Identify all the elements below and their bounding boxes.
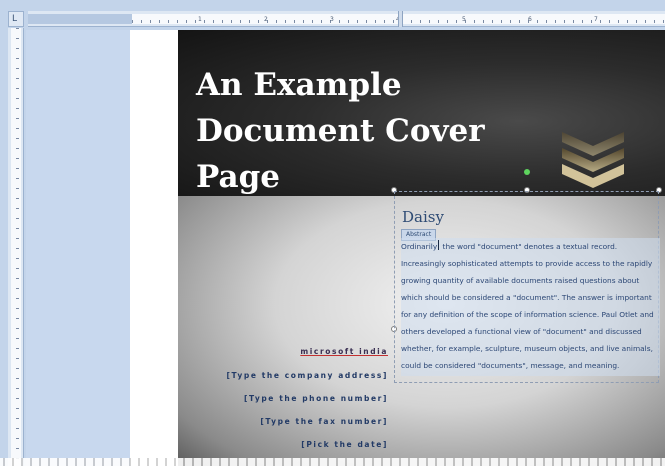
chevron-stack-icon	[562, 132, 624, 188]
cover-title-block[interactable]: An Example Document Cover Page	[178, 30, 665, 196]
company-name-field[interactable]: microsoft india	[300, 347, 388, 357]
ruler-number: 5	[462, 16, 466, 23]
word-document-window: L 1 2 3 4 5 6 7 An Example Document Cove…	[0, 0, 665, 466]
company-address-field[interactable]: [Type the company address]	[227, 371, 388, 381]
horizontal-ruler[interactable]: 1 2 3 4 5 6 7	[28, 11, 665, 27]
vertical-ruler-scale	[11, 28, 21, 466]
fax-number-field[interactable]: [Type the fax number]	[260, 417, 388, 427]
phone-number-field[interactable]: [Type the phone number]	[244, 394, 388, 404]
document-title[interactable]: An Example Document Cover Page	[196, 62, 496, 200]
ruler-number: 3	[330, 16, 334, 23]
abstract-text[interactable]: Ordinarily the word "document" denotes a…	[401, 238, 660, 376]
rotate-handle-icon[interactable]	[524, 169, 530, 175]
abstract-text-rest: the word "document" denotes a textual re…	[401, 242, 654, 370]
ruler-number: 2	[264, 16, 268, 23]
date-picker-field[interactable]: [Pick the date]	[301, 440, 388, 450]
ruler-number: 1	[198, 16, 202, 23]
column-marker-handle[interactable]	[398, 11, 403, 27]
author-name[interactable]: Daisy	[402, 207, 444, 227]
ruler-number: 6	[528, 16, 532, 23]
tab-selector-button[interactable]: L	[8, 11, 24, 27]
ruler-number: 7	[594, 16, 598, 23]
torn-page-edge	[0, 458, 665, 466]
ruler-left-margin	[28, 14, 132, 24]
tab-stop-left-icon: L	[12, 14, 18, 24]
vertical-ruler[interactable]	[8, 28, 24, 466]
page-margin	[130, 30, 178, 466]
page-left-margin-area	[26, 30, 130, 466]
abstract-text-start: Ordinarily	[401, 242, 438, 251]
